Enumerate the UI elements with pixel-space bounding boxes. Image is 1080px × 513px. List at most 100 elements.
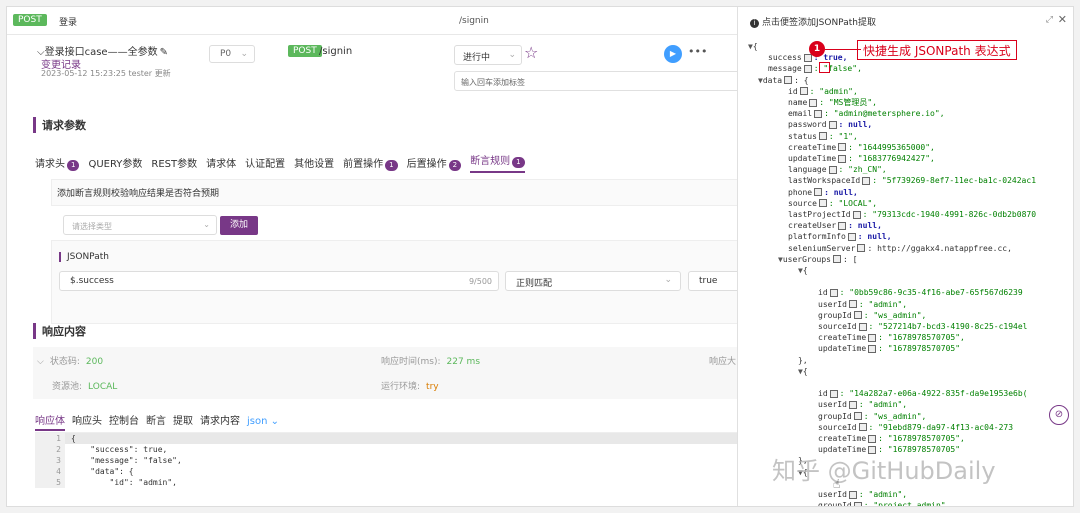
json-key: userId <box>818 400 847 410</box>
add-jsonpath-icon[interactable] <box>857 244 866 253</box>
json-value: : "1", <box>828 131 858 141</box>
expand-icon[interactable]: ⤢ <box>1046 15 1053 25</box>
response-tab[interactable]: 响应体 <box>35 412 65 431</box>
add-jsonpath-icon[interactable] <box>848 300 857 309</box>
json-tree-row: userId: "admin", <box>818 399 907 410</box>
json-value: : "admin", <box>858 299 908 309</box>
request-tab[interactable]: 后置操作 2 <box>407 155 462 171</box>
json-value: : [ <box>843 254 858 264</box>
json-key: userId <box>818 299 847 309</box>
response-tab[interactable]: 请求内容 <box>200 412 240 427</box>
add-jsonpath-icon[interactable] <box>858 423 867 432</box>
add-jsonpath-icon[interactable] <box>838 143 847 152</box>
more-icon[interactable]: ••• <box>688 45 707 58</box>
add-assertion-button[interactable]: 添加 <box>220 216 258 235</box>
json-tree-row: createTime: "1678978570705", <box>818 332 965 343</box>
json-tree-row: ▼{ <box>798 366 808 377</box>
response-code-editor[interactable]: 1{2 "success": true, 3 "message": "false"… <box>35 432 743 506</box>
request-tab[interactable]: 请求体 <box>206 155 236 170</box>
request-tab[interactable]: 断言规则 1 <box>470 152 525 173</box>
add-jsonpath-icon[interactable] <box>814 109 823 118</box>
request-tab-label: 其他设置 <box>294 159 335 170</box>
json-value: : "LOCAL", <box>828 198 878 208</box>
add-jsonpath-icon[interactable] <box>868 434 877 443</box>
request-tab[interactable]: 认证配置 <box>245 155 285 170</box>
assertion-type-select[interactable]: 请选择类型 ⌄ <box>63 215 217 235</box>
response-tab[interactable]: 断言 <box>146 412 166 427</box>
add-jsonpath-icon[interactable] <box>814 188 823 197</box>
close-icon[interactable]: ✕ <box>1058 13 1067 26</box>
add-jsonpath-icon[interactable] <box>838 221 847 230</box>
add-jsonpath-icon[interactable] <box>784 76 793 85</box>
case-status-select[interactable]: 进行中 ⌄ <box>454 45 522 65</box>
request-tab[interactable]: 前置操作 1 <box>343 155 398 171</box>
priority-select[interactable]: P0 ⌄ <box>209 45 255 63</box>
jsonpath-input[interactable]: $.success 9/500 <box>59 271 499 291</box>
tag-input[interactable]: 输入回车添加标签 <box>454 71 740 91</box>
add-jsonpath-icon[interactable] <box>818 132 827 141</box>
chevron-down-icon[interactable]: ⌵ <box>37 357 44 367</box>
json-tree-row: updateTime: "1678978570705" <box>818 343 960 354</box>
request-method-badge[interactable]: POST <box>288 45 322 57</box>
response-tab[interactable]: 响应头 <box>72 412 102 427</box>
add-jsonpath-icon[interactable] <box>828 120 837 129</box>
edit-icon[interactable]: ✎ <box>160 47 168 58</box>
request-tab-label: QUERY参数 <box>88 159 143 170</box>
add-jsonpath-icon[interactable] <box>853 501 862 506</box>
add-jsonpath-icon[interactable] <box>847 232 856 241</box>
response-status: ⌵ 状态码: 200 <box>37 357 104 367</box>
match-mode-select[interactable]: 正则匹配 ⌄ <box>505 271 681 291</box>
json-value: : "527214b7-bcd3-4190-8c25-c194el <box>868 322 1028 331</box>
json-value: : "1678978570705" <box>878 344 961 354</box>
play-icon: ▶ <box>669 49 677 58</box>
run-button[interactable]: ▶ <box>664 45 682 63</box>
request-tab[interactable]: QUERY参数 <box>88 155 142 170</box>
resource-pool: 资源池: LOCAL <box>52 382 118 392</box>
json-tree-row: lastWorkspaceId: "5f739269-8ef7-11ec-ba1… <box>788 175 1036 186</box>
add-jsonpath-icon[interactable] <box>799 87 808 96</box>
line-number: 2 <box>35 444 65 455</box>
expected-value-input[interactable]: true <box>688 271 743 291</box>
add-jsonpath-icon[interactable] <box>828 165 837 174</box>
json-value: : "zh_CN", <box>838 165 887 175</box>
code-line: 5 "id": "admin", <box>35 477 743 488</box>
add-jsonpath-icon[interactable] <box>868 344 877 353</box>
json-key: seleniumServer <box>788 243 856 253</box>
tab-label[interactable]: 登录 <box>59 15 77 28</box>
add-jsonpath-icon[interactable] <box>868 333 877 342</box>
chevron-down-icon: ⌄ <box>508 50 516 60</box>
add-jsonpath-icon[interactable] <box>848 490 857 499</box>
add-jsonpath-icon[interactable] <box>803 64 812 73</box>
add-jsonpath-icon[interactable] <box>829 288 838 297</box>
tab-method-badge[interactable]: POST <box>13 14 47 26</box>
add-jsonpath-icon[interactable] <box>858 322 867 331</box>
run-env: 运行环境: try <box>381 382 439 392</box>
star-icon[interactable]: ☆ <box>524 43 538 62</box>
request-tab[interactable]: 其他设置 <box>294 155 334 170</box>
request-tab[interactable]: 请求头 1 <box>35 155 80 171</box>
request-tab[interactable]: REST参数 <box>151 155 197 170</box>
response-tab[interactable]: 控制台 <box>109 412 139 427</box>
request-path[interactable]: /signin <box>319 46 352 57</box>
tab-path: /signin <box>459 16 489 26</box>
code-text: "id": "admin", <box>71 478 177 487</box>
resource-pool-value: LOCAL <box>88 382 118 392</box>
json-tree-row: ▼data: { <box>758 75 809 86</box>
add-jsonpath-icon[interactable] <box>852 210 861 219</box>
response-tab[interactable]: 提取 <box>173 412 193 427</box>
add-jsonpath-icon[interactable] <box>829 389 838 398</box>
add-jsonpath-icon[interactable] <box>853 311 862 320</box>
json-tree-row: sourceId: "91ebd879-da97-4f13-ac04-273 <box>818 422 1013 433</box>
json-value: : { <box>794 75 809 85</box>
add-jsonpath-icon[interactable] <box>838 154 847 163</box>
add-jsonpath-icon[interactable] <box>803 53 812 62</box>
format-select[interactable]: json ⌄ <box>247 416 279 427</box>
add-jsonpath-icon[interactable] <box>818 199 827 208</box>
compass-icon[interactable]: ⊘ <box>1049 405 1069 425</box>
add-jsonpath-icon[interactable] <box>809 98 818 107</box>
add-jsonpath-icon[interactable] <box>853 412 862 421</box>
json-value: : "0bb59c86-9c35-4f16-abe7-65f567d6239 <box>839 288 1023 298</box>
add-jsonpath-icon[interactable] <box>862 176 871 185</box>
add-jsonpath-icon[interactable] <box>833 255 841 264</box>
add-jsonpath-icon[interactable] <box>848 400 857 409</box>
